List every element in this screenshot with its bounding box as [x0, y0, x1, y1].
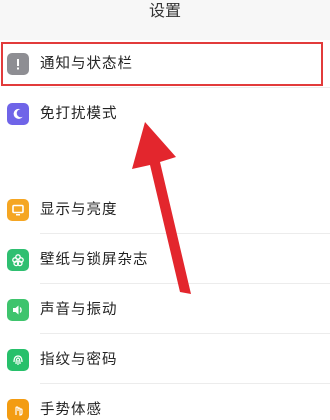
- settings-item-label: 手势体感: [40, 402, 102, 418]
- page-title: 设置: [148, 1, 181, 20]
- notification-icon: [7, 53, 29, 75]
- settings-item-wallpaper[interactable]: 壁纸与锁屏杂志: [0, 236, 330, 284]
- gesture-icon: [7, 399, 29, 420]
- fingerprint-icon: [7, 349, 29, 371]
- flower-icon: [7, 249, 29, 271]
- settings-item-label: 免打扰模式: [40, 106, 118, 122]
- settings-item-label: 指纹与密码: [40, 352, 118, 368]
- speaker-icon: [7, 299, 29, 321]
- divider: [40, 87, 330, 88]
- settings-item-label: 显示与亮度: [40, 202, 118, 218]
- display-icon: [7, 199, 29, 221]
- settings-screen: 设置 通知与状态栏 免打扰模式 显示与亮度 壁纸与锁屏杂志 声音与振动 指纹与密…: [0, 0, 330, 420]
- settings-item-label: 通知与状态栏: [40, 56, 133, 72]
- divider: [40, 383, 330, 384]
- settings-item-do-not-disturb[interactable]: 免打扰模式: [0, 90, 330, 138]
- settings-item-gestures[interactable]: 手势体感: [0, 386, 330, 420]
- divider: [40, 283, 330, 284]
- divider: [40, 233, 330, 234]
- settings-item-label: 声音与振动: [40, 302, 118, 318]
- settings-item-fingerprint[interactable]: 指纹与密码: [0, 336, 330, 384]
- settings-item-label: 壁纸与锁屏杂志: [40, 252, 149, 268]
- moon-icon: [7, 103, 29, 125]
- divider: [40, 333, 330, 334]
- settings-item-display[interactable]: 显示与亮度: [0, 186, 330, 234]
- settings-item-notifications[interactable]: 通知与状态栏: [0, 40, 330, 88]
- settings-item-sound[interactable]: 声音与振动: [0, 286, 330, 334]
- header-bar: 设置: [0, 0, 330, 40]
